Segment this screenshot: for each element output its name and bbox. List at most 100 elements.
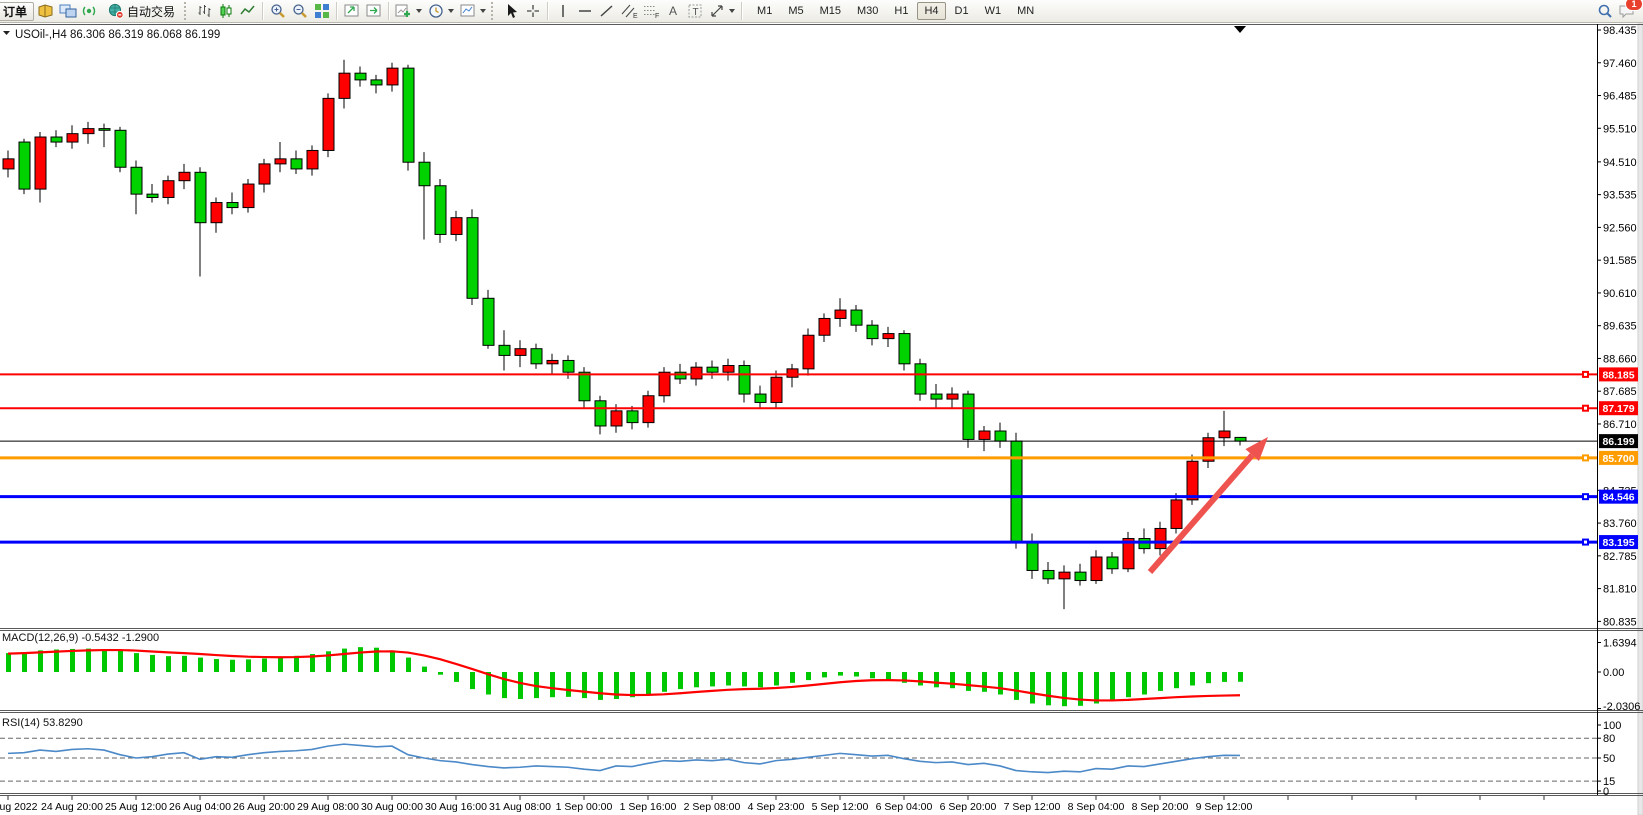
candle-body <box>307 150 318 168</box>
macd-bar <box>678 672 683 689</box>
search-icon[interactable] <box>1594 1 1615 22</box>
timeframe-M1[interactable]: M1 <box>750 2 779 20</box>
candle-body <box>147 194 158 197</box>
autotrading-label: 自动交易 <box>127 3 175 20</box>
time-axis-label: 1 Sep 00:00 <box>556 801 613 813</box>
chart-line-icon[interactable] <box>237 1 258 22</box>
equidistant-channel-icon[interactable]: E <box>618 1 639 22</box>
new-chart-icon[interactable] <box>393 1 414 22</box>
price-axis-label: 82.785 <box>1603 551 1637 563</box>
new-chart-dropdown-caret[interactable] <box>416 9 422 13</box>
candle-body <box>1139 539 1150 549</box>
autotrading-button[interactable]: 自动交易 <box>101 2 181 21</box>
chart-bars-icon[interactable] <box>193 1 214 22</box>
arrows-dropdown-caret[interactable] <box>729 9 735 13</box>
candle-body <box>499 345 510 355</box>
macd-bar <box>838 672 843 676</box>
time-axis-label: 1 Sep 16:00 <box>620 801 677 813</box>
periods-dropdown-caret[interactable] <box>448 9 454 13</box>
terminal-icon[interactable] <box>57 1 78 22</box>
tile-windows-icon[interactable] <box>311 1 332 22</box>
price-axis-label: 80.835 <box>1603 616 1637 628</box>
timeframe-MN[interactable]: MN <box>1010 2 1041 20</box>
autotrading-icon <box>107 3 124 20</box>
macd-bar <box>582 672 587 698</box>
candle-body <box>1075 572 1086 580</box>
line-handle-center <box>1584 495 1587 498</box>
macd-bar <box>1174 672 1179 688</box>
candle-body <box>3 159 14 169</box>
line-handle-center <box>1584 373 1587 376</box>
macd-bar <box>166 656 171 672</box>
candle-body <box>691 367 702 379</box>
shift-chart-icon[interactable] <box>363 1 384 22</box>
rsi-axis-label: 50 <box>1603 753 1615 765</box>
macd-bar <box>134 653 139 672</box>
trendline-icon[interactable] <box>596 1 617 22</box>
candle-body <box>1235 437 1246 441</box>
candle-body <box>1107 557 1118 569</box>
macd-axis-label: 1.6394 <box>1603 637 1637 649</box>
candle-body <box>995 431 1006 441</box>
macd-bar <box>102 650 107 673</box>
candle-body <box>931 394 942 399</box>
timeframe-M5[interactable]: M5 <box>781 2 810 20</box>
cursor-icon[interactable] <box>500 1 521 22</box>
timeframe-H1[interactable]: H1 <box>887 2 915 20</box>
zoom-in-icon[interactable] <box>267 1 288 22</box>
macd-bar <box>518 672 523 699</box>
candle-body <box>1219 431 1230 438</box>
candle-body <box>659 372 670 396</box>
macd-bar <box>390 650 395 672</box>
candle-body <box>1171 500 1182 529</box>
candle-body <box>419 162 430 186</box>
timeframe-M30[interactable]: M30 <box>850 2 885 20</box>
macd-label: MACD(12,26,9) -0.5432 -1.2900 <box>2 632 159 644</box>
candle-body <box>819 318 830 335</box>
price-axis-label: 88.660 <box>1603 353 1637 365</box>
timeframe-M15[interactable]: M15 <box>813 2 848 20</box>
text-icon[interactable]: A <box>662 1 683 22</box>
chart-candles-icon[interactable] <box>215 1 236 22</box>
crosshair-icon[interactable] <box>522 1 543 22</box>
chart-canvas[interactable]: 98.43597.46096.48595.51094.51093.53592.5… <box>0 0 1643 815</box>
rsi-axis-label: 80 <box>1603 733 1615 745</box>
rsi-axis-label: 0 <box>1603 786 1609 798</box>
text-label-icon[interactable]: T <box>684 1 705 22</box>
macd-bar <box>230 660 235 672</box>
price-badge-label: 83.195 <box>1602 537 1634 549</box>
price-badge-label: 88.185 <box>1602 369 1634 381</box>
candle-body <box>835 310 846 318</box>
new-order-button[interactable]: 订单 <box>0 2 34 21</box>
chat-icon[interactable]: 1 <box>1616 1 1637 22</box>
candle-body <box>515 349 526 356</box>
macd-bar <box>422 667 427 672</box>
market-watch-icon[interactable] <box>35 1 56 22</box>
macd-bar <box>566 672 571 697</box>
timeframe-H4[interactable]: H4 <box>917 2 945 20</box>
vertical-line-icon[interactable] <box>552 1 573 22</box>
time-axis-label: 8 Sep 04:00 <box>1068 801 1125 813</box>
timeframe-W1[interactable]: W1 <box>978 2 1009 20</box>
arrows-tool-icon[interactable] <box>706 1 727 22</box>
candle-body <box>51 137 62 142</box>
price-axis-label: 90.610 <box>1603 288 1637 300</box>
templates-icon[interactable] <box>457 1 478 22</box>
macd-bar <box>742 672 747 686</box>
candle-body <box>979 431 990 439</box>
fibonacci-icon[interactable]: F <box>640 1 661 22</box>
candle-body <box>467 218 478 299</box>
macd-bar <box>1222 672 1227 682</box>
arrange-charts-icon[interactable] <box>341 1 362 22</box>
candle-body <box>1187 461 1198 500</box>
templates-dropdown-caret[interactable] <box>480 9 486 13</box>
zoom-out-icon[interactable] <box>289 1 310 22</box>
candle-body <box>899 334 910 364</box>
macd-axis-label: 0.00 <box>1603 667 1624 679</box>
candle-body <box>179 172 190 180</box>
horizontal-line-icon[interactable] <box>574 1 595 22</box>
periods-icon[interactable] <box>425 1 446 22</box>
timeframe-D1[interactable]: D1 <box>948 2 976 20</box>
signal-icon[interactable] <box>79 1 100 22</box>
timeframe-buttons: M1M5M15M30H1H4D1W1MN <box>750 2 1041 20</box>
